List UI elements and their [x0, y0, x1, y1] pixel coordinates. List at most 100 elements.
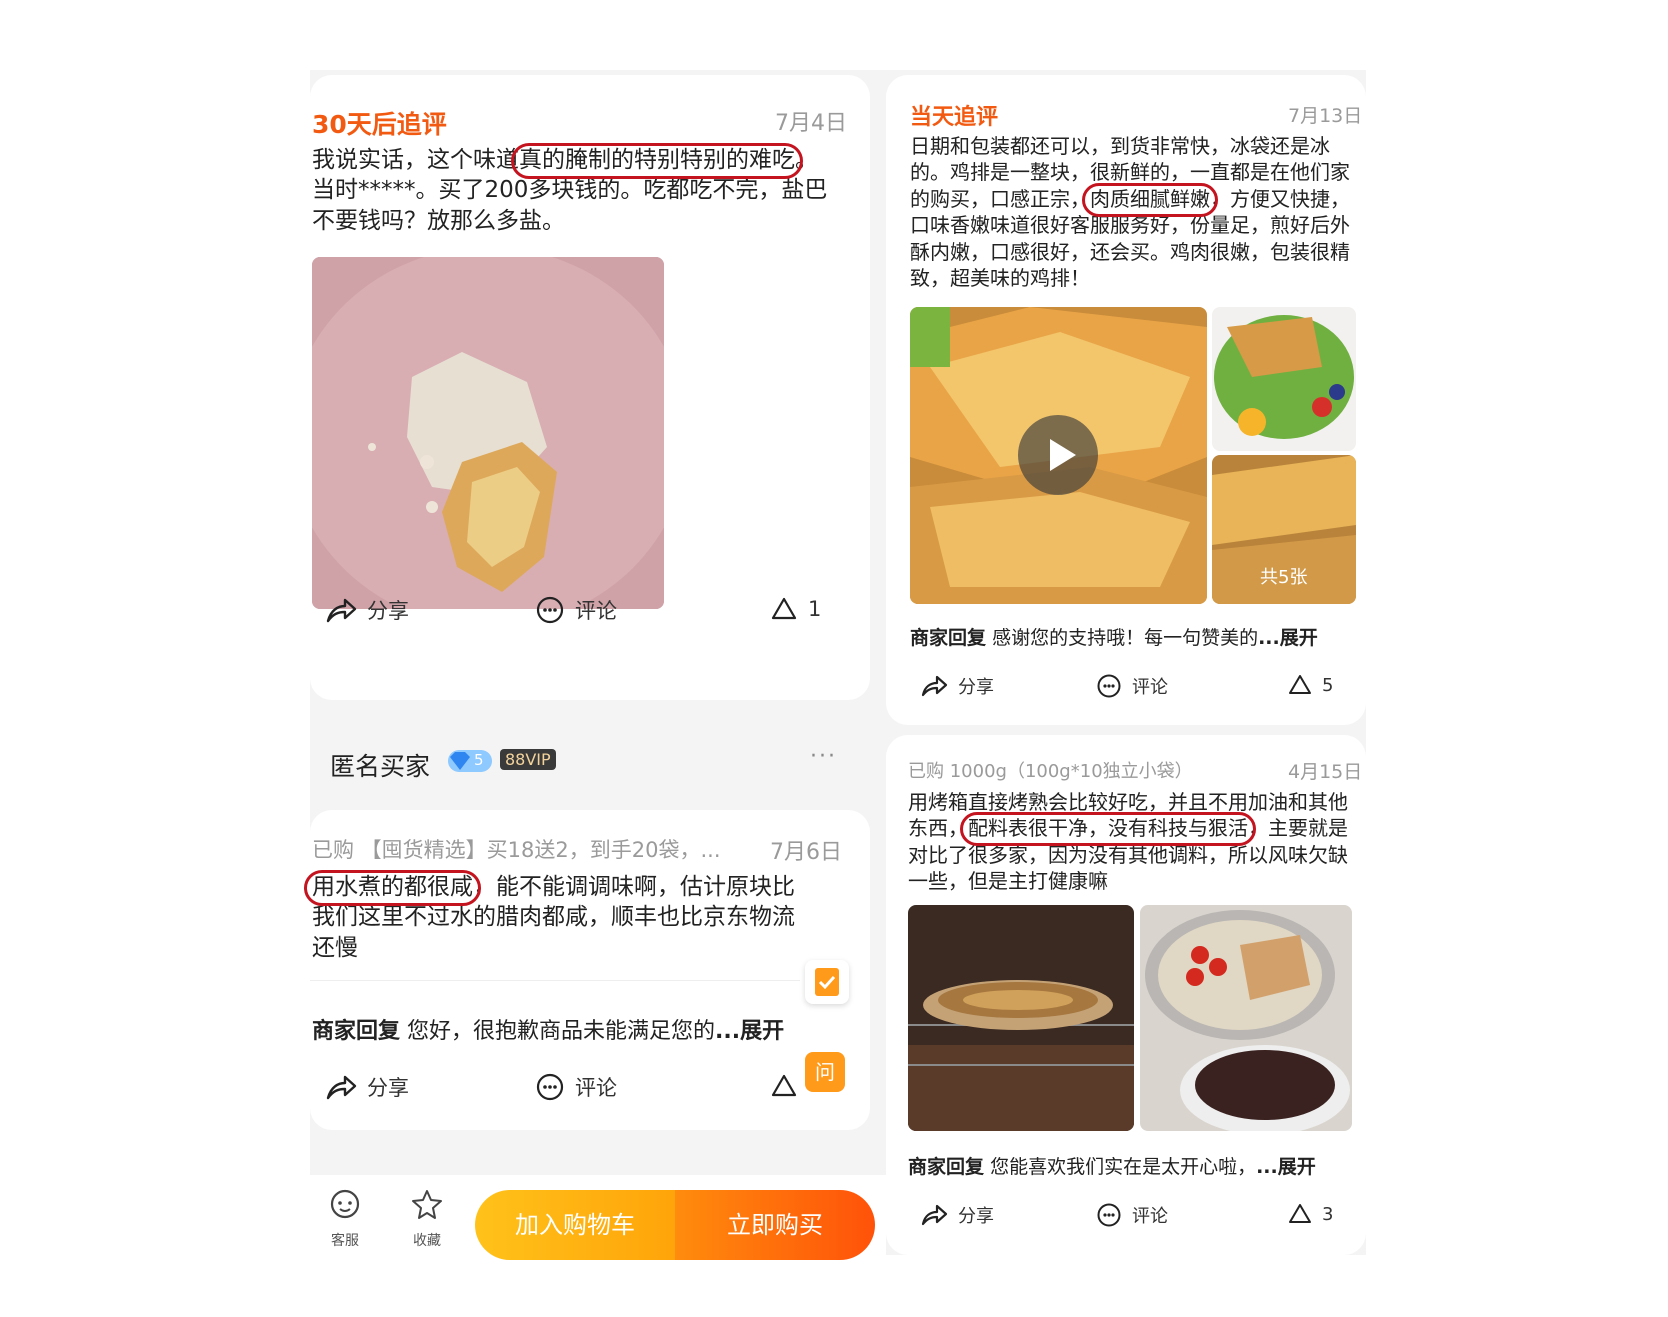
review-text: 日期和包装都还可以，到货非常快，冰袋还是冰的。鸡排是一整块，很新鲜的，一直都是在… — [910, 134, 1350, 290]
merchant-reply-label: 商家回复 — [910, 627, 987, 649]
photo-count-badge: 共5张 — [1260, 567, 1308, 588]
merchant-reply[interactable]: 商家回复 您好，很抱歉商品未能满足您的...展开 — [312, 1013, 784, 1045]
review-text: 我说实话，这个味道真的腌制的特别特别的难吃。当时*****。买了200多块钱的。… — [312, 147, 828, 234]
review-tag: 30天后追评 — [312, 110, 447, 139]
review-date: 4月15日 — [1288, 761, 1363, 783]
merchant-reply[interactable]: 商家回复 感谢您的支持哦！每一句赞美的...展开 — [910, 623, 1318, 650]
comment-button[interactable]: 评论 — [535, 595, 617, 625]
review-text: 用烤箱直接烤熟会比较好吃，并且不用加油和其他东西，配料表很干净，没有科技与狠活，… — [908, 790, 1348, 894]
customer-service-label: 客服 — [331, 1233, 359, 1249]
comment-icon — [1097, 674, 1121, 698]
reviewer-row: 匿名买家 5 88VIP ··· — [330, 740, 850, 790]
ask-label: 问 — [815, 1060, 835, 1084]
purchased-variant: 已购 1000g（100g*10独立小袋） — [908, 761, 1193, 782]
reviewer-name: 匿名买家 — [330, 752, 431, 781]
comment-button[interactable]: 评论 — [1096, 673, 1168, 699]
like-count: 3 — [1322, 1203, 1334, 1225]
review-photo[interactable]: 共5张 — [1212, 455, 1356, 604]
expand-link[interactable]: ...展开 — [1256, 1156, 1316, 1178]
diamond-icon — [450, 752, 470, 770]
diamond-level-badge: 5 — [448, 750, 492, 772]
like-button[interactable] — [770, 1072, 798, 1104]
review-photo[interactable] — [312, 257, 664, 609]
review-video-thumbnail[interactable] — [910, 307, 1207, 604]
like-button[interactable]: 1 — [770, 595, 821, 623]
ask-float-button[interactable]: 问 — [805, 1052, 845, 1092]
like-button[interactable]: 5 — [1288, 673, 1333, 697]
comment-label: 评论 — [575, 599, 617, 623]
comment-icon — [1097, 1203, 1121, 1227]
meal-bowls-photo-image — [1140, 905, 1352, 1131]
like-icon — [1289, 1204, 1311, 1223]
comment-label: 评论 — [575, 1076, 617, 1100]
play-button[interactable] — [1018, 415, 1098, 495]
merchant-reply-label: 商家回复 — [908, 1156, 985, 1178]
expand-link[interactable]: ...展开 — [1258, 627, 1318, 649]
review-photo[interactable] — [1140, 905, 1352, 1131]
share-icon — [921, 1204, 948, 1226]
share-button[interactable]: 分享 — [920, 1202, 994, 1228]
share-icon — [326, 598, 357, 623]
bottom-action-bar: 客服 收藏 加入购物车 立即购买 — [310, 1180, 886, 1260]
highlight-annotation: 真的腌制的特别特别的难吃 — [519, 147, 795, 173]
like-count: 1 — [808, 597, 822, 621]
buy-now-button[interactable]: 立即购买 — [675, 1190, 875, 1260]
merchant-reply-text: 您能喜欢我们实在是太开心啦， — [990, 1156, 1257, 1178]
merchant-reply[interactable]: 商家回复 您能喜欢我们实在是太开心啦，...展开 — [908, 1152, 1316, 1179]
customer-service-icon — [330, 1189, 360, 1219]
merchant-reply-text: 感谢您的支持哦！每一句赞美的 — [992, 627, 1259, 649]
add-to-cart-label: 加入购物车 — [515, 1211, 635, 1239]
review-tag: 当天追评 — [910, 105, 999, 130]
vip-badge: 88VIP — [500, 749, 556, 770]
review-date: 7月6日 — [770, 840, 842, 865]
clipboard-check-icon — [815, 968, 839, 996]
checklist-float-icon[interactable] — [805, 960, 849, 1004]
more-options-button[interactable]: ··· — [810, 744, 837, 769]
buy-now-label: 立即购买 — [727, 1211, 823, 1239]
customer-service-button[interactable]: 客服 — [320, 1188, 370, 1250]
share-label: 分享 — [367, 1076, 409, 1100]
comment-icon — [536, 1073, 564, 1101]
purchased-variant: 已购 【囤货精选】买18送2，到手20袋，... — [312, 838, 721, 862]
review-photo[interactable] — [1212, 307, 1356, 451]
comment-label: 评论 — [1132, 677, 1168, 698]
favorite-label: 收藏 — [413, 1233, 441, 1249]
like-button[interactable]: 3 — [1288, 1202, 1333, 1226]
review-date: 7月4日 — [775, 111, 847, 136]
like-icon — [771, 597, 797, 620]
level-number: 5 — [474, 751, 484, 769]
add-to-cart-button[interactable]: 加入购物车 — [475, 1190, 675, 1260]
review-card: 已购 【囤货精选】买18送2，到手20袋，... 7月6日 用水煮的都很咸，能不… — [310, 810, 870, 1130]
share-label: 分享 — [958, 677, 994, 698]
comment-label: 评论 — [1132, 1206, 1168, 1227]
highlight-annotation: 用水煮的都很咸 — [312, 874, 473, 900]
expand-link[interactable]: ...展开 — [715, 1019, 784, 1044]
highlight-annotation: 肉质细腻鲜嫩 — [1090, 186, 1210, 211]
highlight-annotation: 配料表很干净，没有科技与狠活 — [968, 816, 1248, 841]
share-icon — [326, 1075, 357, 1100]
share-label: 分享 — [367, 599, 409, 623]
salad-plate-photo-image — [1212, 307, 1356, 451]
like-count: 5 — [1322, 674, 1334, 696]
chicken-photo-image — [312, 257, 664, 609]
like-icon — [1289, 675, 1311, 694]
review-text: 用水煮的都很咸，能不能调调味啊，估计原块比我们这里不过水的腊肉都咸，顺丰也比京东… — [312, 874, 795, 961]
oven-photo-image — [908, 905, 1134, 1131]
review-card: 已购 1000g（100g*10独立小袋） 4月15日 用烤箱直接烤熟会比较好吃… — [886, 735, 1366, 1255]
review-card: 当天追评 7月13日 日期和包装都还可以，到货非常快，冰袋还是冰的。鸡排是一整块… — [886, 75, 1366, 725]
share-button[interactable]: 分享 — [920, 673, 994, 699]
share-button[interactable]: 分享 — [325, 595, 409, 625]
comment-button[interactable]: 评论 — [535, 1072, 617, 1102]
like-icon — [771, 1074, 797, 1097]
share-button[interactable]: 分享 — [325, 1072, 409, 1102]
star-icon — [412, 1190, 442, 1219]
merchant-reply-text: 您好，很抱歉商品未能满足您的 — [407, 1019, 716, 1044]
comment-button[interactable]: 评论 — [1096, 1202, 1168, 1228]
comment-icon — [536, 596, 564, 624]
divider — [310, 980, 800, 981]
merchant-reply-label: 商家回复 — [312, 1019, 401, 1044]
review-photo[interactable] — [908, 905, 1134, 1131]
favorite-button[interactable]: 收藏 — [402, 1188, 452, 1250]
share-label: 分享 — [958, 1206, 994, 1227]
review-date: 7月13日 — [1288, 105, 1363, 127]
